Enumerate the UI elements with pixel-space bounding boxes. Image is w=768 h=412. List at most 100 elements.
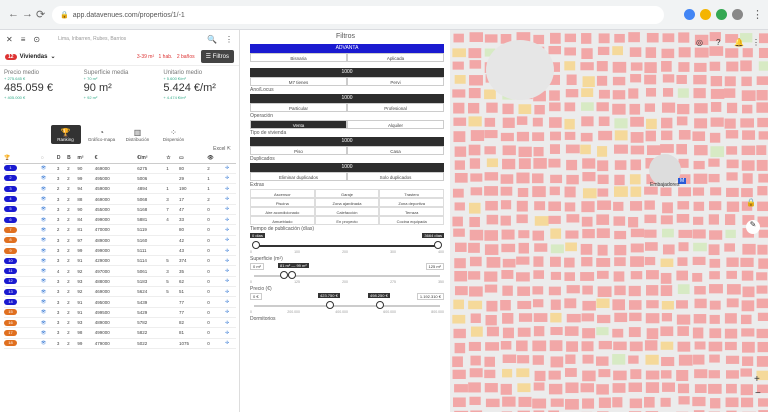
forward-icon[interactable]: → <box>22 8 33 20</box>
table-row[interactable]: 6 👁 3 2 84 499000 5881 4 33 0 ✣ <box>4 214 236 226</box>
settings-icon[interactable]: ✣ <box>225 235 236 246</box>
settings-icon[interactable]: ✣ <box>225 224 236 236</box>
column-header[interactable]: ▭ <box>178 153 208 164</box>
search-icon[interactable]: 🔍 <box>207 35 217 44</box>
column-header[interactable]: B <box>67 153 78 164</box>
column-header[interactable]: 👁 <box>207 153 226 164</box>
settings-icon[interactable]: ✣ <box>225 173 236 185</box>
reload-icon[interactable]: ⟳ <box>36 8 45 21</box>
settings-icon[interactable]: ✣ <box>225 183 236 195</box>
extra-option[interactable]: Calefacción <box>314 207 380 216</box>
table-row[interactable]: 12 👁 3 2 93 488000 5183 5 62 0 ✣ <box>4 276 236 288</box>
time-slider[interactable]: 0 días 3664 días 0 100 200 300 400 <box>250 233 444 255</box>
eye-icon[interactable]: 👁 <box>40 224 57 236</box>
slider-handle[interactable] <box>252 241 260 249</box>
chip[interactable]: 3-39 m² <box>137 54 154 60</box>
column-header[interactable]: 🏆 <box>4 153 41 164</box>
eye-icon[interactable]: 👁 <box>40 163 57 174</box>
eye-icon[interactable]: 👁 <box>40 265 57 277</box>
lock-icon[interactable]: 🔒 <box>746 198 756 207</box>
column-header[interactable]: €/m² <box>137 153 167 164</box>
eye-icon[interactable]: 👁 <box>40 338 57 349</box>
column-header[interactable]: D <box>56 153 68 164</box>
map[interactable]: ◎ ? 🔔 ⋮ 🔒 ✎ + − M Embajadores <box>450 30 768 412</box>
column-header[interactable]: € <box>94 153 138 164</box>
table-row[interactable]: 5 👁 3 2 90 455000 5168 7 47 0 ✣ <box>4 204 236 215</box>
table-row[interactable]: 8 👁 3 2 97 489000 5160 42 0 ✣ <box>4 235 236 246</box>
address-bar[interactable]: 🔒 app.datavenues.com/propertios/1/-1 <box>52 6 664 24</box>
extra-option[interactable]: En proyecto <box>314 216 380 225</box>
settings-icon[interactable]: ✣ <box>225 163 236 174</box>
more-icon[interactable]: ⋮ <box>752 8 763 21</box>
settings-icon[interactable]: ✣ <box>225 327 236 339</box>
menu-icon[interactable]: ≡ <box>21 35 26 44</box>
tab-distribution[interactable]: ▥ Distribución <box>123 128 153 144</box>
back-icon[interactable]: ← <box>8 8 19 20</box>
eye-icon[interactable]: 👁 <box>40 235 57 246</box>
extension-icon[interactable] <box>684 9 695 20</box>
profile-icon[interactable] <box>732 9 743 20</box>
table-row[interactable]: 13 👁 3 2 92 469000 5624 5 51 0 ✣ <box>4 286 236 298</box>
eye-icon[interactable]: 👁 <box>40 286 57 298</box>
type-selector[interactable]: 12 Viviendas ⌄ <box>5 53 56 60</box>
area-slider[interactable]: 0 m² 81 m² — 99 m² 125 m² 0 125 200 275 350 <box>250 263 444 285</box>
slider-handle[interactable] <box>326 301 334 309</box>
extra-option[interactable]: Piscina <box>250 198 315 207</box>
tab-chart-map[interactable]: ◔ Gráfico-mapa <box>87 128 117 144</box>
table-row[interactable]: 15 👁 3 2 91 499500 5429 77 0 ✣ <box>4 307 236 318</box>
tab-ranking[interactable]: 🏆 Ranking <box>50 125 81 144</box>
more-icon[interactable]: ⋮ <box>225 35 233 44</box>
table-row[interactable]: 10 👁 3 2 91 429000 5114 5 374 0 ✣ <box>4 255 236 267</box>
eye-icon[interactable]: 👁 <box>40 255 57 267</box>
slider-handle[interactable] <box>434 241 442 249</box>
settings-icon[interactable]: ✣ <box>225 193 236 205</box>
slider-handle[interactable] <box>376 301 384 309</box>
extra-option[interactable]: Amueblado <box>250 216 315 225</box>
table-row[interactable]: 3 👁 2 2 94 459000 4894 1 190 1 ✣ <box>4 183 236 195</box>
price-slider[interactable]: 0 € 423.750 € 498.250 € 1.192.310 € 0 200… <box>250 293 444 315</box>
eye-icon[interactable]: 👁 <box>40 245 57 257</box>
operation-sale[interactable]: Venta <box>250 120 347 129</box>
chip[interactable]: 2 baños <box>177 54 195 60</box>
operation-rent[interactable]: Alquiler <box>347 120 444 129</box>
extra-option[interactable]: Zona ajardinada <box>314 198 380 207</box>
eye-icon[interactable]: 👁 <box>40 317 57 329</box>
table-row[interactable]: 7 👁 2 2 81 470000 5119 80 0 ✣ <box>4 224 236 236</box>
eye-icon[interactable]: 👁 <box>40 193 57 205</box>
star-icon[interactable] <box>700 9 711 20</box>
extra-option[interactable]: Terraza <box>379 207 444 216</box>
excel-export[interactable]: Excel ⇱ <box>0 144 239 153</box>
eye-icon[interactable]: 👁 <box>40 327 57 339</box>
table-row[interactable]: 1 👁 3 2 90 469000 6275 1 80 2 ✣ <box>4 163 236 174</box>
settings-icon[interactable]: ✣ <box>225 276 236 288</box>
table-row[interactable]: 2 👁 3 2 99 495000 5006 29 1 ✣ <box>4 173 236 185</box>
settings-icon[interactable]: ✣ <box>225 296 236 308</box>
eye-icon[interactable]: 👁 <box>40 183 57 195</box>
extra-option[interactable]: Cocina equipada <box>379 216 444 225</box>
tab-scatter[interactable]: ⁘ Dispersión <box>159 128 189 144</box>
table-row[interactable]: 16 👁 3 2 93 489000 5782 82 0 ✣ <box>4 317 236 329</box>
eye-icon[interactable]: 👁 <box>40 296 57 308</box>
filters-button[interactable]: ☰ Filtros <box>200 50 234 63</box>
settings-icon[interactable]: ✣ <box>225 286 236 298</box>
slider-handle[interactable] <box>280 271 288 279</box>
extra-option[interactable]: Trastero <box>379 189 444 198</box>
column-header[interactable]: m² <box>77 153 95 164</box>
eye-icon[interactable]: 👁 <box>40 204 57 215</box>
extra-option[interactable]: Ascensor <box>250 189 315 198</box>
settings-icon[interactable]: ✣ <box>225 338 236 349</box>
settings-icon[interactable]: ✣ <box>225 245 236 257</box>
column-header[interactable]: ◌ <box>40 153 57 164</box>
settings-icon[interactable]: ✣ <box>225 317 236 329</box>
eye-icon[interactable]: 👁 <box>40 276 57 288</box>
column-header[interactable] <box>225 153 236 164</box>
settings-icon[interactable]: ✣ <box>225 255 236 267</box>
settings-icon[interactable]: ✣ <box>225 204 236 215</box>
eye-icon[interactable]: 👁 <box>40 214 57 226</box>
history-icon[interactable]: ⊙ <box>33 35 40 44</box>
pen-icon[interactable]: ✎ <box>746 220 760 234</box>
table-row[interactable]: 11 👁 4 2 92 497000 5061 3 35 0 ✣ <box>4 265 236 277</box>
table-row[interactable]: 4 👁 3 2 88 469000 5068 3 17 2 ✣ <box>4 193 236 205</box>
eye-icon[interactable]: 👁 <box>40 307 57 318</box>
zoom-in-button[interactable]: + <box>754 374 760 385</box>
